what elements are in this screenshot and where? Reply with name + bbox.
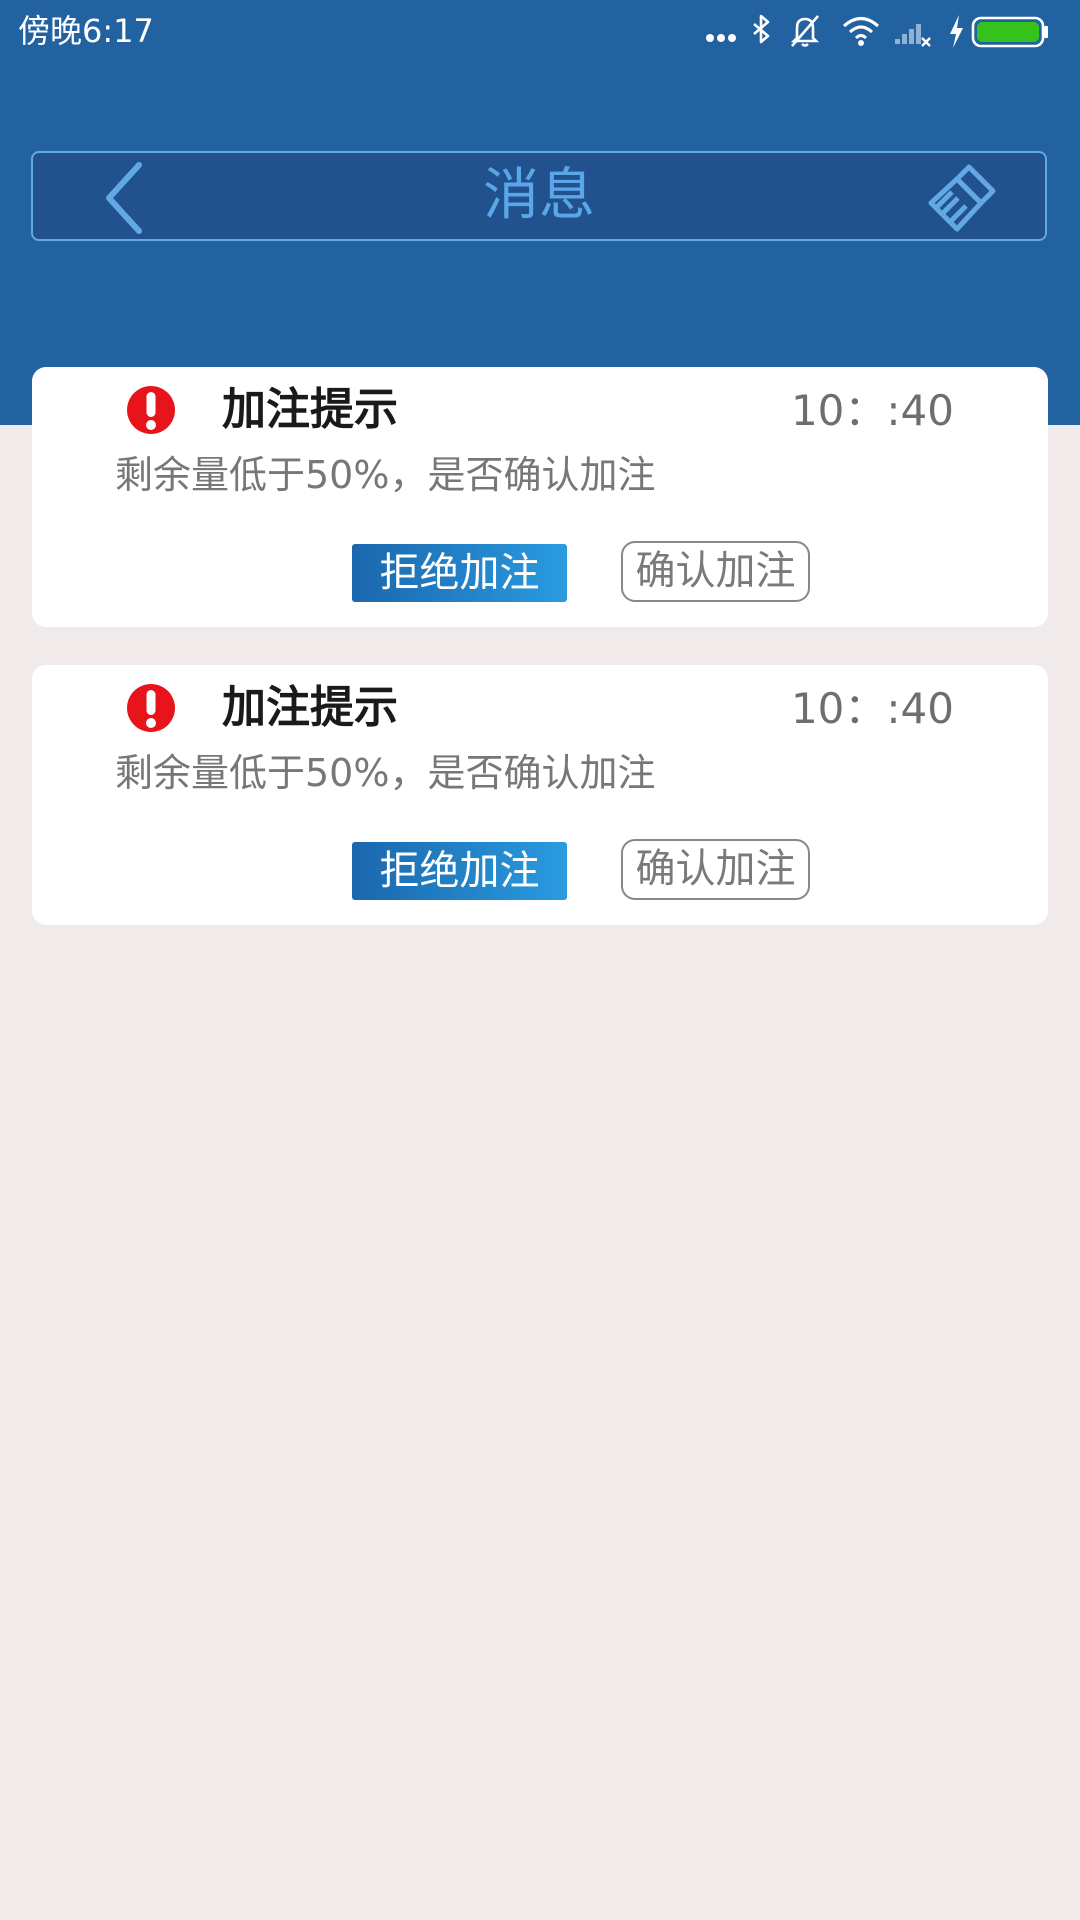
more-dots-icon: [706, 34, 736, 42]
message-time: 10：:40: [790, 386, 954, 435]
broom-icon: [928, 164, 996, 232]
status-icons: [705, 12, 1065, 52]
status-time: 傍晚6:17: [18, 12, 154, 50]
battery-icon: [971, 16, 1048, 48]
message-card: 加注提示 10：:40 剩余量低于50%，是否确认加注 拒绝加注 确认加注: [32, 367, 1048, 627]
alert-icon: [127, 684, 175, 732]
clear-messages-button[interactable]: [921, 161, 1001, 237]
status-bar: 傍晚6:17: [0, 0, 1080, 62]
title-bar: 消息: [31, 151, 1047, 241]
message-title: 加注提示: [222, 384, 398, 435]
message-body: 剩余量低于50%，是否确认加注: [115, 453, 656, 497]
confirm-refuel-button[interactable]: 确认加注: [621, 839, 810, 900]
message-time: 10：:40: [790, 684, 954, 733]
charging-icon: [950, 15, 963, 48]
signal-icon: [895, 24, 931, 47]
reject-refuel-button[interactable]: 拒绝加注: [352, 544, 567, 602]
confirm-refuel-button[interactable]: 确认加注: [621, 541, 810, 602]
reject-refuel-button[interactable]: 拒绝加注: [352, 842, 567, 900]
bluetooth-icon: [753, 14, 770, 44]
wifi-icon: [843, 17, 879, 46]
alert-icon: [127, 386, 175, 434]
page-title: 消息: [483, 163, 595, 228]
message-card: 加注提示 10：:40 剩余量低于50%，是否确认加注 拒绝加注 确认加注: [32, 665, 1048, 925]
mute-icon: [790, 15, 820, 47]
message-body: 剩余量低于50%，是否确认加注: [115, 751, 656, 795]
message-title: 加注提示: [222, 682, 398, 733]
